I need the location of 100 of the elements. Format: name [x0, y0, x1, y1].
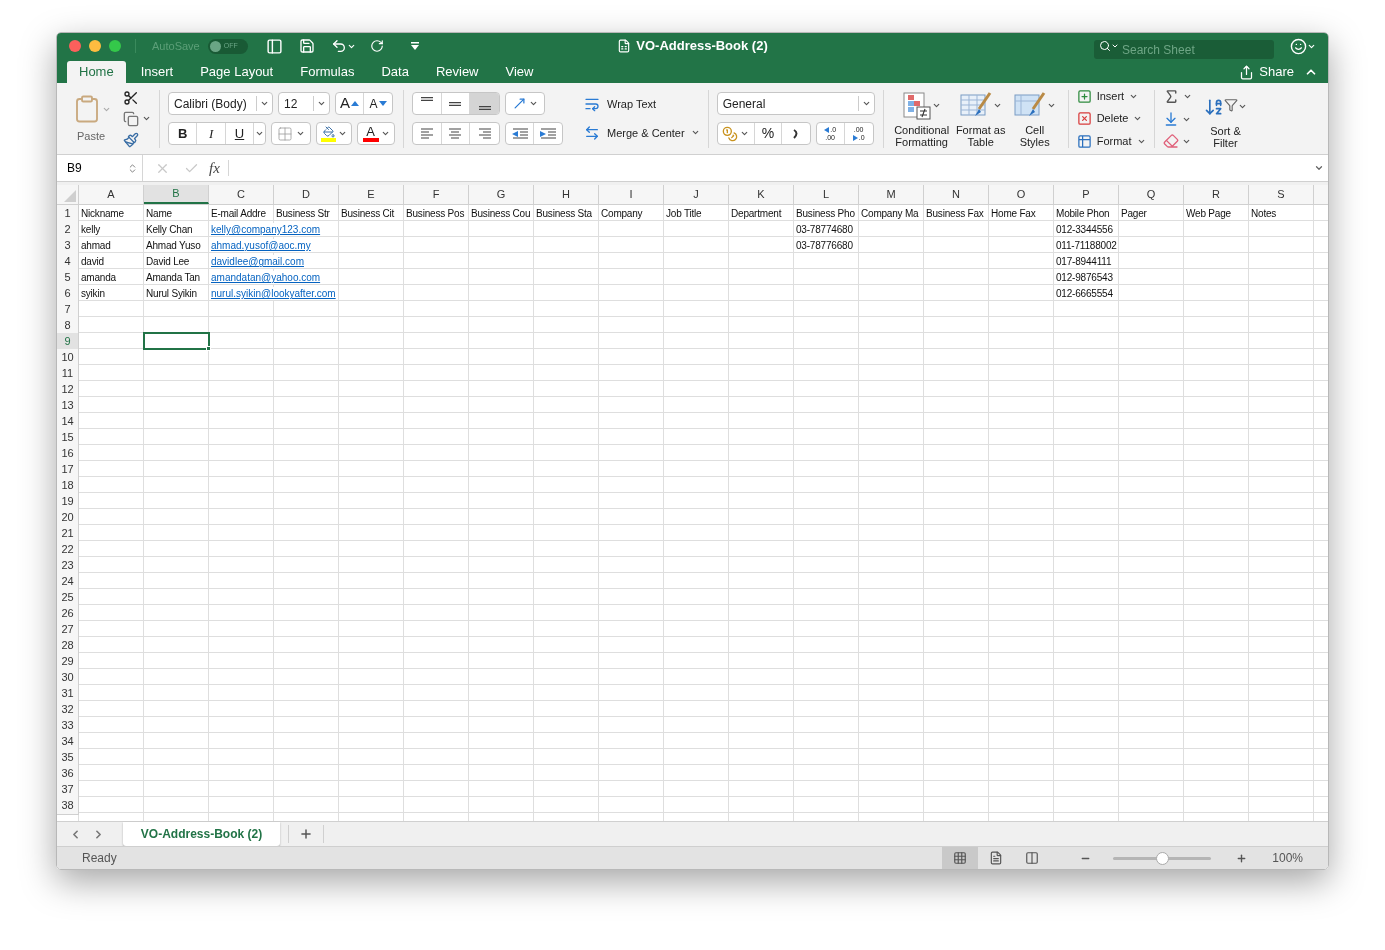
cells-button[interactable]: Format [1076, 132, 1146, 150]
column-header[interactable]: C [209, 185, 274, 204]
column-header[interactable]: J [664, 185, 729, 204]
scissors-icon[interactable] [123, 89, 139, 106]
clear-button[interactable] [1162, 133, 1192, 149]
expand-icon[interactable] [1314, 163, 1324, 173]
insert-function-button[interactable]: fx [209, 156, 220, 180]
feedback-button[interactable] [1290, 37, 1316, 55]
name-box[interactable]: B9 [57, 155, 143, 181]
zoom-percent[interactable]: 100% [1272, 849, 1303, 867]
column-header[interactable]: S [1249, 185, 1314, 204]
customize-icon[interactable] [409, 41, 420, 51]
email-link[interactable]: davidlee@gmail.com [209, 255, 304, 269]
undo-button[interactable] [330, 38, 356, 54]
sort-filter-button[interactable]: Sort & Filter [1203, 88, 1248, 149]
align-bottom-icon [478, 106, 491, 110]
cells-button[interactable]: Insert [1076, 87, 1146, 105]
cells-button[interactable]: Delete [1076, 110, 1146, 127]
column-header[interactable]: B [144, 185, 209, 204]
percent-button[interactable]: % [754, 123, 783, 144]
table-cell-text: kelly [80, 223, 100, 237]
caret-icon [255, 129, 265, 138]
table-cell-text: E-mail Addre [210, 207, 266, 221]
column-header[interactable]: K [729, 185, 794, 204]
caret-icon [317, 99, 326, 108]
column-header[interactable]: E [339, 185, 404, 204]
caret-icon [993, 101, 1003, 110]
align-middle-icon [449, 101, 462, 106]
colored-grid-icon [902, 90, 933, 121]
paste-button[interactable]: Paste [69, 92, 113, 145]
columns-icon [1025, 851, 1040, 865]
column-header[interactable]: M [859, 185, 924, 204]
caret-icon [1238, 102, 1247, 111]
vertical-align-button[interactable] [470, 93, 499, 114]
shrink-font-button[interactable]: A [364, 93, 392, 114]
save-icon[interactable] [298, 38, 315, 54]
email-link[interactable]: amandatan@yahoo.com [209, 271, 321, 285]
grow-font-button[interactable]: A [336, 93, 364, 114]
ribbon-tab[interactable]: View [493, 61, 546, 83]
table-cell-text: Pager [1120, 207, 1147, 221]
redo-icon[interactable] [369, 39, 384, 53]
number-format-dropdown[interactable]: General [716, 92, 875, 115]
column-header[interactable]: H [534, 185, 599, 204]
caret-icon [260, 99, 269, 108]
column-header[interactable]: D [274, 185, 339, 204]
ribbon-tab[interactable]: Home [67, 61, 126, 83]
borders-icon [277, 125, 293, 142]
column-header[interactable]: R [1184, 185, 1249, 204]
table-cell-text: David Lee [145, 255, 190, 269]
font-size-dropdown[interactable]: 12 [278, 92, 330, 115]
paintbrush-icon[interactable] [123, 131, 139, 148]
down-triangle-icon [378, 101, 387, 106]
row-header[interactable]: 38 [57, 797, 79, 815]
selected-cell[interactable] [143, 332, 210, 350]
wrap-text-button[interactable]: Wrap Text [583, 96, 700, 113]
bold-button[interactable]: B [169, 123, 198, 144]
email-link[interactable]: nurul.syikin@lookyafter.com [209, 287, 336, 301]
column-header[interactable]: L [794, 185, 859, 204]
copy-button[interactable] [123, 110, 151, 127]
ribbon-tab[interactable]: Review [423, 61, 491, 83]
email-link[interactable]: kelly@company123.com [209, 223, 321, 237]
view-button[interactable] [942, 847, 979, 869]
column-header[interactable]: I [599, 185, 664, 204]
table-cell-text: Kelly Chan [145, 223, 193, 237]
caret-icon [740, 129, 750, 138]
zoom-in-icon[interactable] [1236, 852, 1248, 864]
ribbon-tab[interactable]: Formulas [288, 61, 367, 83]
merge-center-button[interactable]: Merge & Center [583, 124, 700, 141]
italic-button[interactable]: I [197, 123, 226, 144]
add-sheet-icon[interactable] [299, 827, 313, 841]
share-icon [1239, 64, 1255, 80]
share-button[interactable]: Share [1239, 61, 1294, 83]
column-header[interactable]: O [989, 185, 1054, 204]
close-button[interactable] [69, 40, 81, 52]
slider-thumb[interactable] [1156, 851, 1170, 865]
sidebar-icon[interactable] [265, 37, 283, 55]
caret-icon [380, 129, 390, 138]
table-cell-text: Amanda Tan [145, 271, 200, 285]
minimize-button[interactable] [89, 40, 101, 52]
column-header[interactable]: F [404, 185, 469, 204]
font-name-dropdown[interactable]: Calibri (Body) [168, 92, 273, 115]
fill-color-button[interactable] [316, 122, 352, 145]
column-header[interactable]: N [924, 185, 989, 204]
ribbon-tab[interactable]: Insert [128, 61, 186, 83]
ribbon-tab[interactable]: Data [369, 61, 421, 83]
column-header[interactable]: Q [1119, 185, 1184, 204]
zoom-button[interactable] [109, 40, 121, 52]
ribbon-tab[interactable]: Page Layout [188, 61, 286, 83]
column-header[interactable]: G [469, 185, 534, 204]
column-header[interactable]: P [1054, 185, 1119, 204]
styles-button[interactable]: Conditional Formatting [891, 87, 952, 148]
underline-button[interactable]: U [225, 123, 255, 144]
styles-button[interactable]: Format as Table [955, 87, 1006, 148]
orientation-button[interactable] [505, 92, 545, 115]
sheet-tab[interactable]: VO-Address-Book (2) [123, 821, 280, 846]
search-field[interactable]: Search Sheet [1094, 40, 1274, 59]
font-color-button[interactable]: A [357, 122, 395, 145]
styles-button[interactable]: Cell Styles [1009, 87, 1060, 148]
table-cell-text: Business Cit [340, 207, 395, 221]
email-link[interactable]: ahmad.yusof@aoc.my [209, 239, 311, 253]
